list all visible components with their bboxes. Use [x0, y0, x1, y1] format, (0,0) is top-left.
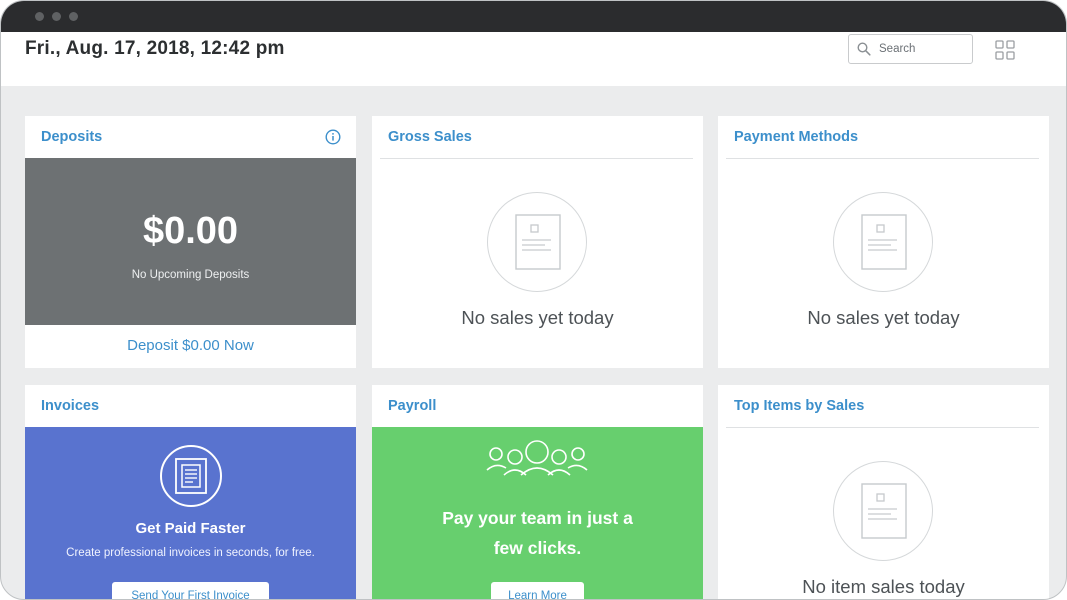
- top-items-title: Top Items by Sales: [734, 398, 864, 414]
- team-icon: [486, 439, 588, 479]
- empty-state-circle: [833, 192, 933, 292]
- window-titlebar: [1, 1, 1067, 32]
- gross-sales-empty-text: No sales yet today: [372, 307, 703, 329]
- window-close-dot[interactable]: [35, 12, 44, 21]
- deposit-summary-panel: $0.00 No Upcoming Deposits: [25, 158, 356, 325]
- deposits-card: Deposits $0.00 No Upcoming Deposits Depo…: [25, 116, 356, 368]
- search-box[interactable]: [848, 34, 973, 64]
- payment-methods-title: Payment Methods: [734, 129, 858, 145]
- invoice-heading: Get Paid Faster: [25, 520, 356, 537]
- app-grid-icon[interactable]: [995, 40, 1015, 60]
- current-datetime: Fri., Aug. 17, 2018, 12:42 pm: [25, 38, 285, 60]
- payroll-message-line1: Pay your team in just a: [412, 503, 663, 533]
- app-window: Fri., Aug. 17, 2018, 12:42 pm Deposits $…: [0, 0, 1067, 600]
- search-icon: [857, 42, 871, 56]
- deposit-now-link[interactable]: Deposit $0.00 Now: [25, 337, 356, 354]
- invoice-icon: [159, 444, 223, 508]
- deposit-amount: $0.00: [25, 210, 356, 253]
- payroll-title: Payroll: [388, 398, 436, 414]
- payroll-message-line2: few clicks.: [412, 533, 663, 563]
- card-divider: [726, 427, 1039, 428]
- empty-state-circle: [833, 461, 933, 561]
- top-items-empty-text: No item sales today: [718, 576, 1049, 598]
- payroll-card: Payroll Pay your team in just a: [372, 385, 703, 600]
- payroll-promo-panel: Pay your team in just a few clicks. Lear…: [372, 427, 703, 600]
- upcoming-deposits-text: No Upcoming Deposits: [25, 269, 356, 281]
- payroll-message: Pay your team in just a few clicks.: [412, 503, 663, 563]
- payment-methods-empty-text: No sales yet today: [718, 307, 1049, 329]
- learn-more-button[interactable]: Learn More: [491, 582, 584, 600]
- deposits-title: Deposits: [41, 129, 102, 145]
- payment-methods-card: Payment Methods No sales yet today: [718, 116, 1049, 368]
- window-minimize-dot[interactable]: [52, 12, 61, 21]
- search-input[interactable]: [879, 39, 967, 59]
- invoice-subtitle: Create professional invoices in seconds,…: [25, 547, 356, 559]
- card-divider: [380, 158, 693, 159]
- receipt-icon: [861, 483, 907, 539]
- info-icon[interactable]: [325, 129, 341, 145]
- invoices-title: Invoices: [41, 398, 99, 414]
- receipt-icon: [515, 214, 561, 270]
- receipt-icon: [861, 214, 907, 270]
- gross-sales-title: Gross Sales: [388, 129, 472, 145]
- gross-sales-card: Gross Sales No sales yet today: [372, 116, 703, 368]
- top-items-card: Top Items by Sales No item sales today: [718, 385, 1049, 600]
- invoice-promo-panel: Get Paid Faster Create professional invo…: [25, 427, 356, 600]
- dashboard-header: Fri., Aug. 17, 2018, 12:42 pm: [1, 32, 1067, 86]
- card-divider: [726, 158, 1039, 159]
- invoices-card: Invoices Get Paid Faster Create professi…: [25, 385, 356, 600]
- empty-state-circle: [487, 192, 587, 292]
- send-first-invoice-button[interactable]: Send Your First Invoice: [112, 582, 269, 600]
- window-maximize-dot[interactable]: [69, 12, 78, 21]
